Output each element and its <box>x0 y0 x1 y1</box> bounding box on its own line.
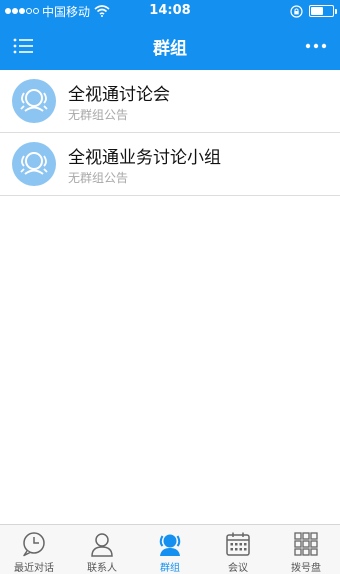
rotation-lock-icon <box>290 4 303 18</box>
tab-meeting[interactable]: 会议 <box>204 525 272 574</box>
group-name: 全视通业务讨论小组 <box>68 148 221 168</box>
tab-recent[interactable]: 最近对话 <box>0 525 68 574</box>
group-notice: 无群组公告 <box>68 171 129 185</box>
tab-bar: 最近对话 联系人 群组 会议 拨号盘 <box>0 524 340 574</box>
tab-groups[interactable]: 群组 <box>136 525 204 574</box>
group-list: 全视通讨论会 无群组公告 全视通业务讨论小组 无群组公告 <box>0 70 340 196</box>
page-title: 群组 <box>153 39 187 59</box>
status-right <box>290 4 337 18</box>
group-icon <box>20 89 48 112</box>
nav-bar: 群组 <box>0 22 340 70</box>
tab-label: 拨号盘 <box>291 563 321 574</box>
group-icon <box>20 152 48 175</box>
header: 中国移动 14:08 群组 <box>0 0 340 70</box>
group-notice: 无群组公告 <box>68 108 129 122</box>
tab-label: 会议 <box>228 563 248 574</box>
group-avatar <box>12 79 56 123</box>
group-name: 全视通讨论会 <box>68 85 170 105</box>
more-icon[interactable] <box>302 32 330 60</box>
group-row[interactable]: 全视通讨论会 无群组公告 <box>0 70 340 133</box>
tab-label: 联系人 <box>87 563 117 574</box>
tab-label: 群组 <box>160 563 180 574</box>
chat-clock-icon <box>23 532 45 557</box>
status-time: 14:08 <box>149 3 191 18</box>
status-bar: 中国移动 14:08 <box>0 0 340 22</box>
dialpad-icon <box>294 532 318 556</box>
person-icon <box>91 533 113 557</box>
tab-dialpad[interactable]: 拨号盘 <box>272 525 340 574</box>
group-avatar <box>12 142 56 186</box>
tab-contacts[interactable]: 联系人 <box>68 525 136 574</box>
tab-label: 最近对话 <box>14 563 54 574</box>
battery-icon <box>309 5 337 17</box>
group-icon <box>159 534 181 556</box>
group-row[interactable]: 全视通业务讨论小组 无群组公告 <box>0 133 340 196</box>
calendar-icon <box>226 532 250 556</box>
